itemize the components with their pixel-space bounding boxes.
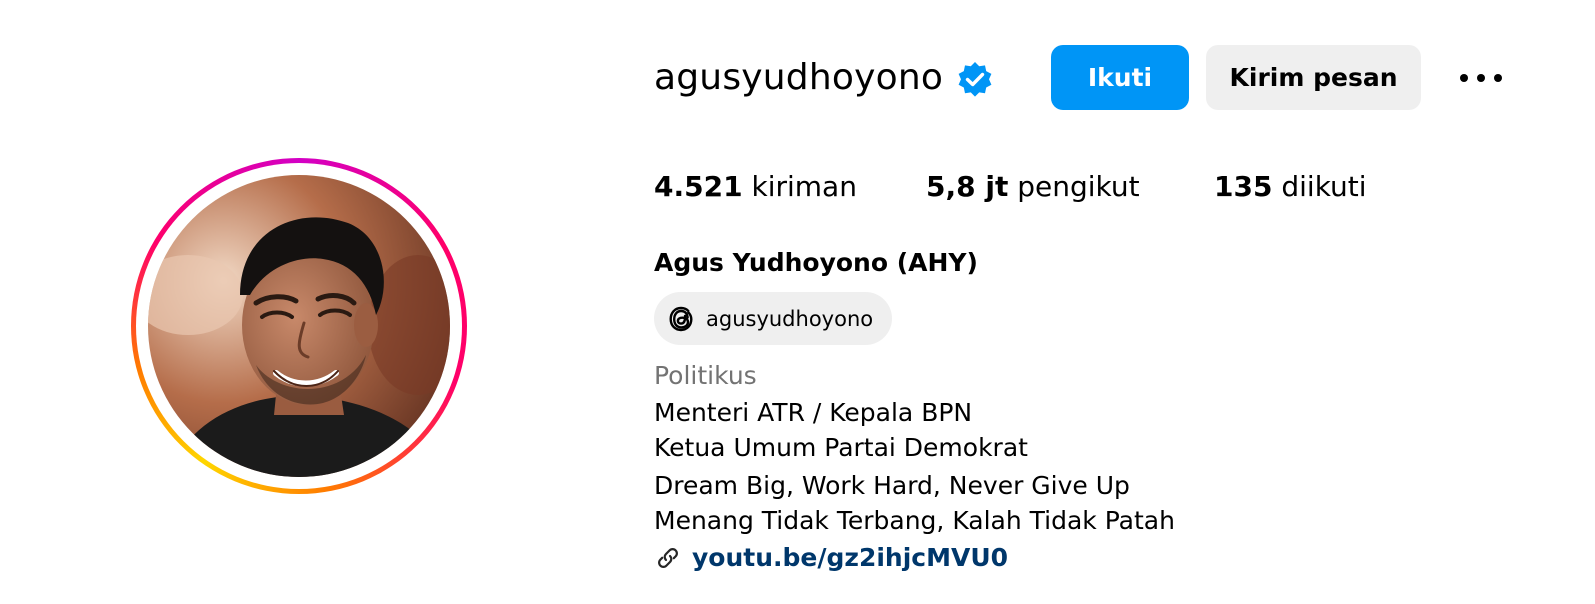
avatar-photo-illustration bbox=[148, 175, 450, 477]
profile-full-name: Agus Yudhoyono (AHY) bbox=[654, 248, 978, 277]
link-icon bbox=[658, 548, 678, 568]
send-message-button[interactable]: Kirim pesan bbox=[1206, 45, 1421, 110]
stat-posts: 4.521 kiriman bbox=[654, 168, 857, 206]
profile-category: Politikus bbox=[654, 361, 757, 390]
stat-followers[interactable]: 5,8 jt pengikut bbox=[926, 168, 1140, 206]
following-label: diikuti bbox=[1281, 170, 1367, 203]
stat-following[interactable]: 135 diikuti bbox=[1214, 168, 1367, 206]
bio-line: Menang Tidak Terbang, Kalah Tidak Patah bbox=[654, 506, 1175, 535]
verified-badge-icon bbox=[958, 62, 992, 97]
bio-line: Dream Big, Work Hard, Never Give Up bbox=[654, 471, 1130, 500]
bio-line: Ketua Umum Partai Demokrat bbox=[654, 433, 1028, 462]
followers-count: 5,8 jt bbox=[926, 170, 1009, 203]
profile-avatar-ring[interactable] bbox=[131, 158, 467, 494]
profile-username: agusyudhoyono bbox=[654, 57, 944, 98]
posts-count: 4.521 bbox=[654, 170, 743, 203]
posts-label: kiriman bbox=[751, 170, 857, 203]
bio-external-link[interactable]: youtu.be/gz2ihjcMVU0 bbox=[692, 541, 1008, 575]
following-count: 135 bbox=[1214, 170, 1273, 203]
more-horizontal-icon[interactable] bbox=[1455, 62, 1507, 94]
threads-handle: agusyudhoyono bbox=[706, 307, 874, 331]
threads-icon bbox=[669, 306, 693, 332]
follow-button[interactable]: Ikuti bbox=[1051, 45, 1189, 110]
threads-profile-link[interactable]: agusyudhoyono bbox=[654, 292, 892, 345]
followers-label: pengikut bbox=[1017, 170, 1140, 203]
avatar[interactable] bbox=[148, 175, 450, 477]
bio-line: Menteri ATR / Kepala BPN bbox=[654, 398, 973, 427]
